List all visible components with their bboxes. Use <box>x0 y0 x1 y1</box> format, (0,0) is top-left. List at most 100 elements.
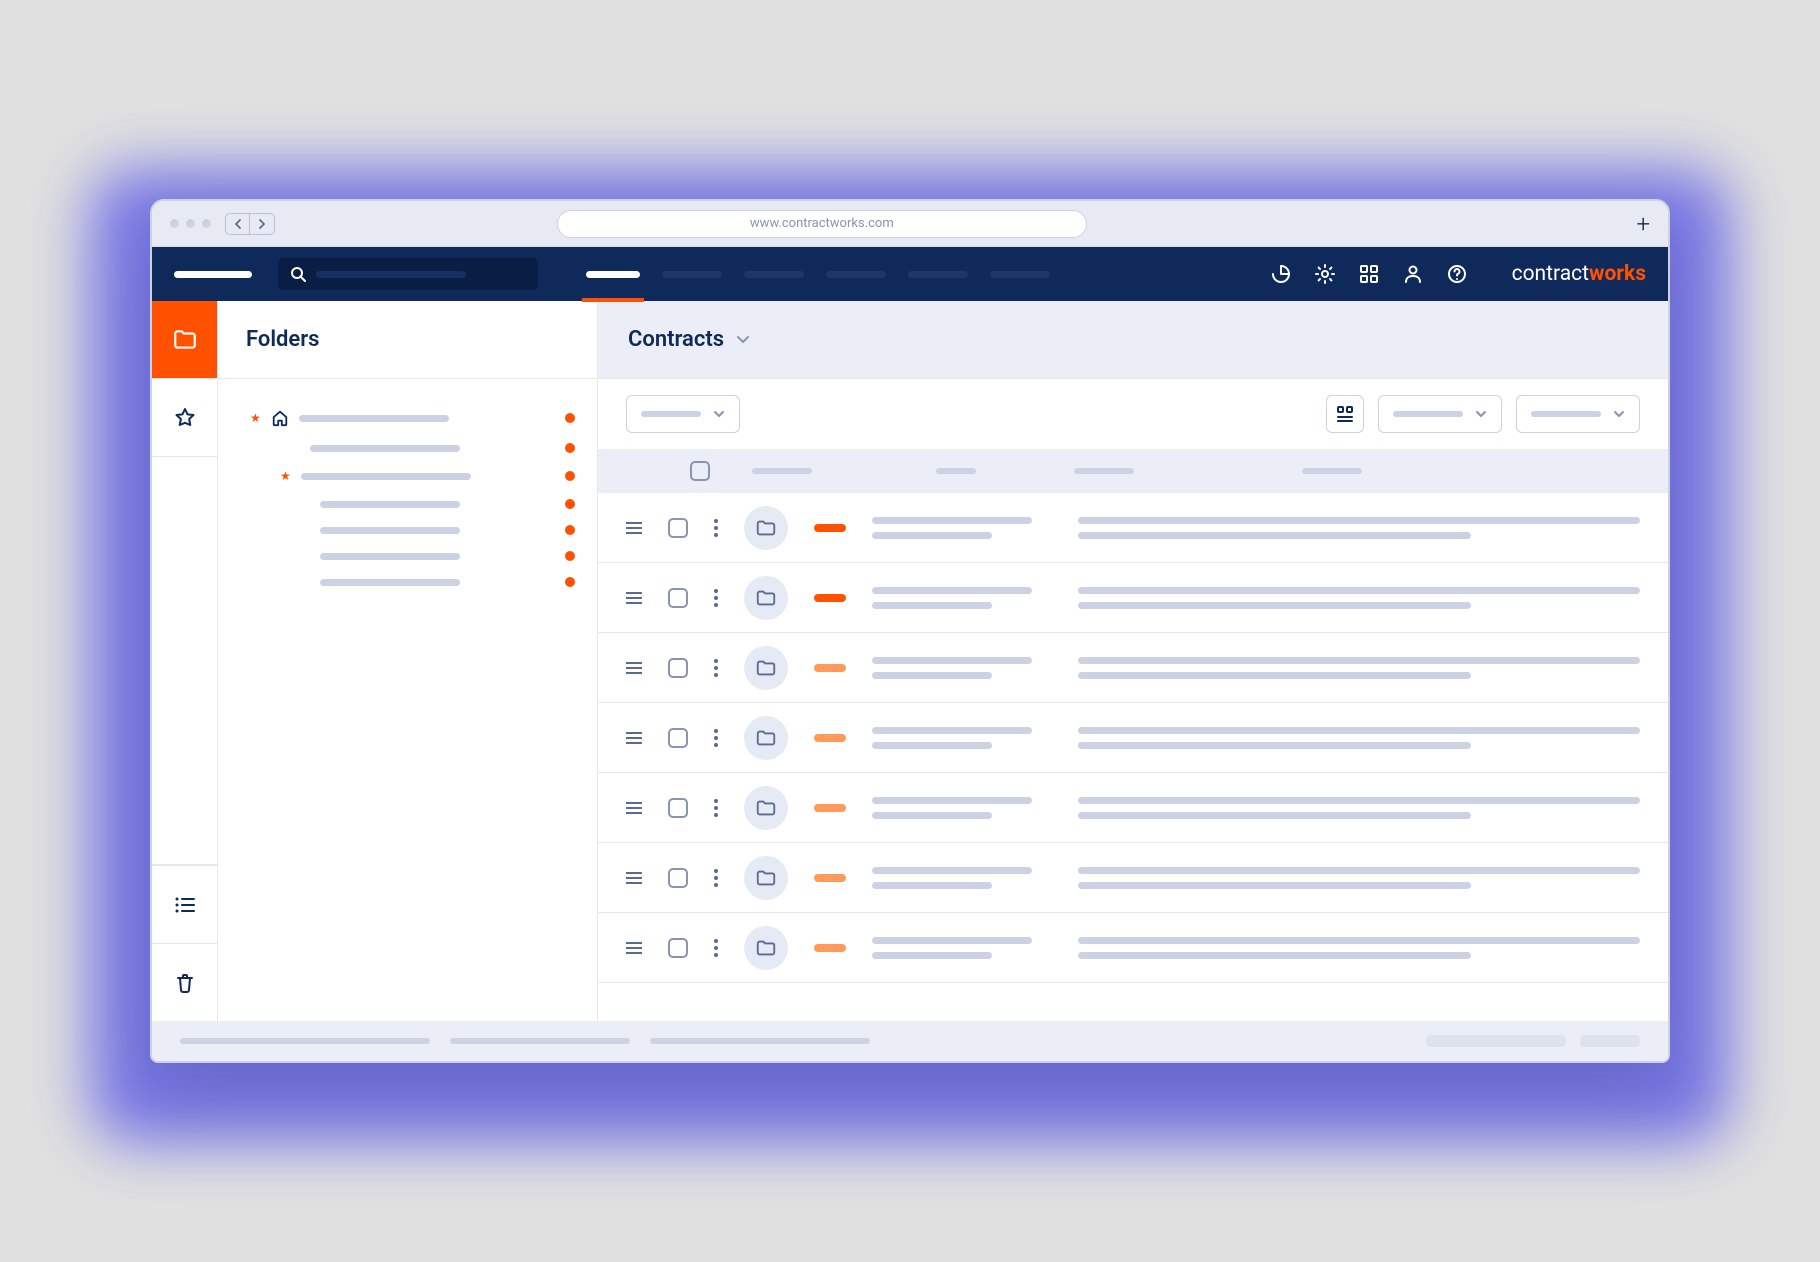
view-toggle[interactable] <box>1326 395 1364 433</box>
item-type-icon <box>744 646 788 690</box>
row-menu-button[interactable] <box>714 519 718 537</box>
nav-tab[interactable] <box>662 271 722 278</box>
folder-name <box>320 579 460 586</box>
back-button[interactable] <box>226 214 250 234</box>
window-controls[interactable] <box>170 219 211 228</box>
table-row[interactable] <box>598 703 1668 773</box>
browser-window: www.contractworks.com + <box>150 199 1670 1063</box>
table-row[interactable] <box>598 843 1668 913</box>
folder-tree-item[interactable] <box>240 517 575 543</box>
star-icon: ★ <box>250 411 261 425</box>
trash-icon <box>174 972 196 994</box>
table-row[interactable] <box>598 633 1668 703</box>
drag-handle-icon[interactable] <box>626 872 642 884</box>
row-tag <box>814 804 846 812</box>
row-checkbox[interactable] <box>668 728 688 748</box>
forward-button[interactable] <box>250 214 274 234</box>
table-row[interactable] <box>598 563 1668 633</box>
folder-tree-item[interactable]: ★ <box>240 401 575 435</box>
app-header: contractworks <box>152 247 1668 301</box>
row-checkbox[interactable] <box>668 518 688 538</box>
row-cell <box>872 797 1052 819</box>
item-type-icon <box>744 506 788 550</box>
drag-handle-icon[interactable] <box>626 732 642 744</box>
url-bar[interactable]: www.contractworks.com <box>557 210 1087 238</box>
row-tag <box>814 524 846 532</box>
folder-tree-item[interactable]: ★ <box>240 461 575 491</box>
row-checkbox[interactable] <box>668 798 688 818</box>
brand-wordmark: contractworks <box>1512 262 1646 286</box>
table-header <box>598 449 1668 493</box>
filter-dropdown[interactable] <box>626 395 740 433</box>
drag-handle-icon[interactable] <box>626 522 642 534</box>
rail-folders[interactable] <box>152 301 217 379</box>
search-input[interactable] <box>278 258 538 290</box>
row-checkbox[interactable] <box>668 658 688 678</box>
row-checkbox[interactable] <box>668 588 688 608</box>
row-menu-button[interactable] <box>714 939 718 957</box>
nav-tab[interactable] <box>744 271 804 278</box>
status-dot-icon <box>565 413 575 423</box>
gear-icon[interactable] <box>1314 263 1336 285</box>
sort-dropdown[interactable] <box>1378 395 1502 433</box>
browser-nav <box>225 213 275 235</box>
nav-tab[interactable] <box>826 271 886 278</box>
row-tag <box>814 594 846 602</box>
row-menu-button[interactable] <box>714 799 718 817</box>
drag-handle-icon[interactable] <box>626 662 642 674</box>
rail-trash[interactable] <box>152 943 217 1021</box>
drag-handle-icon[interactable] <box>626 802 642 814</box>
help-icon[interactable] <box>1446 263 1468 285</box>
folder-tree-item[interactable] <box>240 543 575 569</box>
user-icon[interactable] <box>1402 263 1424 285</box>
row-cell <box>872 727 1052 749</box>
main-panel: Contracts <box>598 301 1668 1021</box>
table-row[interactable] <box>598 773 1668 843</box>
drag-handle-icon[interactable] <box>626 592 642 604</box>
pagination-next[interactable] <box>1580 1035 1640 1047</box>
folder-name <box>320 527 460 534</box>
nav-tab-active[interactable] <box>586 271 640 278</box>
row-menu-button[interactable] <box>714 589 718 607</box>
column-header[interactable] <box>936 468 976 474</box>
row-checkbox[interactable] <box>668 938 688 958</box>
folder-tree-item[interactable] <box>240 491 575 517</box>
group-dropdown[interactable] <box>1516 395 1640 433</box>
row-menu-button[interactable] <box>714 869 718 887</box>
column-header[interactable] <box>1074 468 1134 474</box>
row-cell <box>1078 517 1640 539</box>
apps-icon[interactable] <box>1358 263 1380 285</box>
column-header[interactable] <box>1302 468 1362 474</box>
nav-tabs <box>586 271 1050 278</box>
folder-tree-item[interactable] <box>240 569 575 595</box>
nav-tab[interactable] <box>908 271 968 278</box>
rail-favorites[interactable] <box>152 379 217 457</box>
app-logo[interactable] <box>174 271 252 278</box>
chevron-down-icon[interactable] <box>736 335 750 345</box>
table-row[interactable] <box>598 493 1668 563</box>
row-menu-button[interactable] <box>714 729 718 747</box>
row-cell <box>872 587 1052 609</box>
pagination[interactable] <box>1426 1035 1566 1047</box>
column-header[interactable] <box>752 468 812 474</box>
drag-handle-icon[interactable] <box>626 942 642 954</box>
list-icon <box>174 894 196 916</box>
browser-chrome: www.contractworks.com + <box>152 201 1668 247</box>
status-bar <box>152 1021 1668 1061</box>
select-all-checkbox[interactable] <box>690 461 710 481</box>
row-cell <box>1078 937 1640 959</box>
item-type-icon <box>744 576 788 620</box>
folder-icon <box>755 797 777 819</box>
row-tag <box>814 874 846 882</box>
row-menu-button[interactable] <box>714 659 718 677</box>
table-row[interactable] <box>598 913 1668 983</box>
chevron-down-icon <box>1613 410 1625 418</box>
rail-list[interactable] <box>152 865 217 943</box>
search-placeholder <box>316 271 466 278</box>
nav-tab[interactable] <box>990 271 1050 278</box>
analytics-icon[interactable] <box>1270 263 1292 285</box>
item-type-icon <box>744 716 788 760</box>
folder-tree-item[interactable] <box>240 435 575 461</box>
new-tab-button[interactable]: + <box>1636 210 1650 238</box>
row-checkbox[interactable] <box>668 868 688 888</box>
